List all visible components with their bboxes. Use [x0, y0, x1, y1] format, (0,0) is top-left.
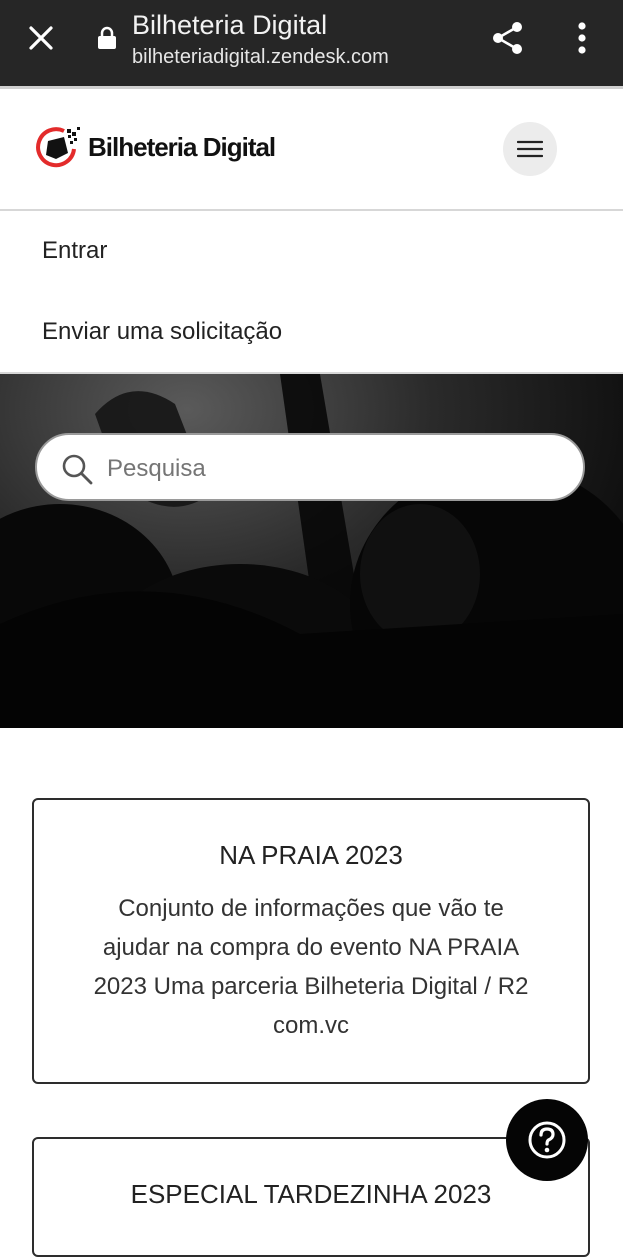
- hamburger-icon: [517, 140, 543, 158]
- search-bar[interactable]: [35, 433, 585, 501]
- category-title[interactable]: NA PRAIA 2023: [34, 840, 588, 871]
- site-header: Bilheteria Digital: [0, 89, 623, 211]
- search-input[interactable]: [105, 445, 569, 493]
- share-icon[interactable]: [490, 20, 526, 56]
- menu-item-label: Enviar uma solicitação: [42, 318, 283, 345]
- menu-item-entrar[interactable]: Entrar: [0, 211, 623, 293]
- menu-item-label: Entrar: [42, 237, 108, 264]
- hero-banner: [0, 374, 623, 728]
- more-vertical-icon[interactable]: [575, 21, 589, 55]
- category-card[interactable]: ESPECIAL TARDEZINHA 2023: [32, 1137, 590, 1257]
- category-title[interactable]: ESPECIAL TARDEZINHA 2023: [34, 1179, 588, 1210]
- category-card[interactable]: NA PRAIA 2023 Conjunto de informações qu…: [32, 798, 590, 1084]
- crowd-background-image: [0, 374, 623, 728]
- help-question-icon: [528, 1121, 566, 1159]
- brand-name: Bilheteria Digital: [88, 131, 276, 162]
- menu-toggle-button[interactable]: [503, 122, 557, 176]
- brand-logo[interactable]: Bilheteria Digital: [34, 125, 276, 169]
- close-icon[interactable]: [28, 25, 54, 51]
- browser-page-title[interactable]: Bilheteria Digital: [132, 10, 327, 41]
- logo-mark-icon: [36, 127, 80, 168]
- browser-toolbar: Bilheteria Digital bilheteriadigital.zen…: [0, 0, 623, 86]
- browser-url[interactable]: bilheteriadigital.zendesk.com: [132, 46, 389, 69]
- search-icon: [62, 454, 93, 485]
- menu-item-enviar-solicitacao[interactable]: Enviar uma solicitação: [0, 292, 623, 374]
- lock-icon: [98, 26, 116, 49]
- category-description: Conjunto de informações que vão te ajuda…: [93, 895, 529, 1039]
- help-button[interactable]: [506, 1099, 588, 1181]
